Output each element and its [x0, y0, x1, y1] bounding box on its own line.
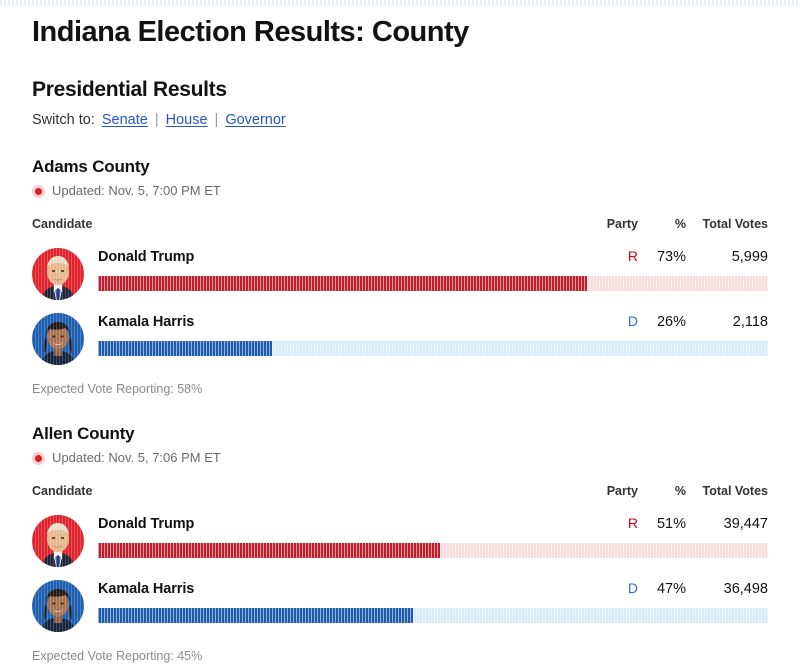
column-header-party: Party	[606, 217, 638, 231]
column-header-percent: %	[674, 217, 686, 231]
county-updated-text: Updated: Nov. 5, 7:00 PM ET	[52, 183, 221, 198]
vote-share-bar-fill	[98, 341, 273, 356]
switch-separator-2: |	[214, 112, 219, 128]
kamala-harris-avatar	[32, 580, 84, 632]
candidate-name: Donald Trump	[98, 249, 195, 265]
avatar-stripe-texture	[32, 515, 84, 567]
section-heading: Presidential Results	[32, 78, 227, 101]
switch-link-governor[interactable]: Governor	[225, 110, 285, 130]
table-row: Kamala Harris D 26% 2,118	[32, 300, 768, 365]
county-updated-text: Updated: Nov. 5, 7:06 PM ET	[52, 450, 221, 465]
live-update-dot-icon	[32, 451, 45, 465]
avatar-stripe-texture	[32, 248, 84, 300]
switch-link-senate[interactable]: Senate	[102, 110, 148, 130]
expected-vote-reporting: Expected Vote Reporting: 58%	[32, 382, 203, 396]
vote-share-bar	[98, 341, 768, 356]
election-results-page: Indiana Election Results: County Preside…	[0, 0, 800, 664]
candidate-percent: 47%	[656, 581, 686, 597]
column-header-total-votes: Total Votes	[702, 217, 768, 231]
candidate-name: Donald Trump	[98, 516, 195, 532]
expected-vote-reporting: Expected Vote Reporting: 45%	[32, 649, 203, 663]
candidate-total-votes: 5,999	[731, 249, 768, 265]
donald-trump-avatar	[32, 248, 84, 300]
vote-share-bar	[98, 543, 768, 558]
county-name: Allen County	[32, 424, 135, 443]
candidate-row-main: Kamala Harris D 47% 36,498	[84, 578, 768, 623]
county-block-allen: Allen County Updated: Nov. 5, 7:06 PM ET…	[32, 423, 768, 664]
switch-separator-1: |	[154, 112, 159, 128]
column-header-percent: %	[674, 484, 686, 498]
table-row: Donald Trump R 73% 5,999	[32, 235, 768, 300]
candidate-percent: 51%	[656, 516, 686, 532]
vote-share-bar-fill	[98, 608, 413, 623]
kamala-harris-avatar	[32, 313, 84, 365]
candidate-name: Kamala Harris	[98, 314, 195, 330]
avatar-stripe-texture	[32, 313, 84, 365]
table-row: Donald Trump R 51% 39,447	[32, 502, 768, 567]
vote-share-bar	[98, 276, 768, 291]
switch-to-label: Switch to:	[32, 112, 95, 128]
switch-link-house[interactable]: House	[166, 110, 208, 130]
race-switcher: Switch to: Senate | House | Governor	[32, 110, 768, 130]
table-row: Kamala Harris D 47% 36,498	[32, 567, 768, 632]
candidate-name: Kamala Harris	[98, 581, 195, 597]
candidate-percent: 73%	[656, 249, 686, 265]
candidate-row-main: Donald Trump R 51% 39,447	[84, 513, 768, 558]
candidate-party: R	[627, 248, 638, 264]
candidate-party: D	[627, 580, 638, 596]
avatar-stripe-texture	[32, 580, 84, 632]
county-name: Adams County	[32, 157, 150, 176]
vote-share-bar-fill	[98, 543, 440, 558]
top-edge-stripe-decoration	[0, 0, 800, 6]
candidate-row-main: Donald Trump R 73% 5,999	[84, 246, 768, 291]
live-update-dot-icon	[32, 184, 45, 198]
results-table: Candidate Party % Total Votes Donald Tru…	[32, 484, 768, 632]
candidate-row-values: Kamala Harris D 47% 36,498	[98, 578, 768, 599]
county-updated-row: Updated: Nov. 5, 7:06 PM ET	[32, 450, 768, 466]
column-header-party: Party	[606, 484, 638, 498]
candidate-percent: 26%	[656, 314, 686, 330]
vote-share-bar-fill	[98, 276, 588, 291]
column-header-candidate: Candidate	[32, 484, 93, 498]
results-table: Candidate Party % Total Votes Donald Tru…	[32, 217, 768, 365]
table-header-row: Candidate Party % Total Votes	[32, 217, 768, 235]
county-block-adams: Adams County Updated: Nov. 5, 7:00 PM ET…	[32, 156, 768, 397]
candidate-row-values: Donald Trump R 73% 5,999	[98, 246, 768, 267]
donald-trump-avatar	[32, 515, 84, 567]
table-header-row: Candidate Party % Total Votes	[32, 484, 768, 502]
candidate-row-values: Kamala Harris D 26% 2,118	[98, 311, 768, 332]
candidate-total-votes: 39,447	[723, 516, 768, 532]
candidate-party: D	[627, 313, 638, 329]
page-title: Indiana Election Results: County	[32, 16, 469, 48]
candidate-row-main: Kamala Harris D 26% 2,118	[84, 311, 768, 356]
column-header-total-votes: Total Votes	[702, 484, 768, 498]
candidate-row-values: Donald Trump R 51% 39,447	[98, 513, 768, 534]
candidate-total-votes: 36,498	[723, 581, 768, 597]
candidate-total-votes: 2,118	[732, 314, 768, 330]
county-updated-row: Updated: Nov. 5, 7:00 PM ET	[32, 183, 768, 199]
candidate-party: R	[627, 515, 638, 531]
column-header-candidate: Candidate	[32, 217, 93, 231]
vote-share-bar	[98, 608, 768, 623]
